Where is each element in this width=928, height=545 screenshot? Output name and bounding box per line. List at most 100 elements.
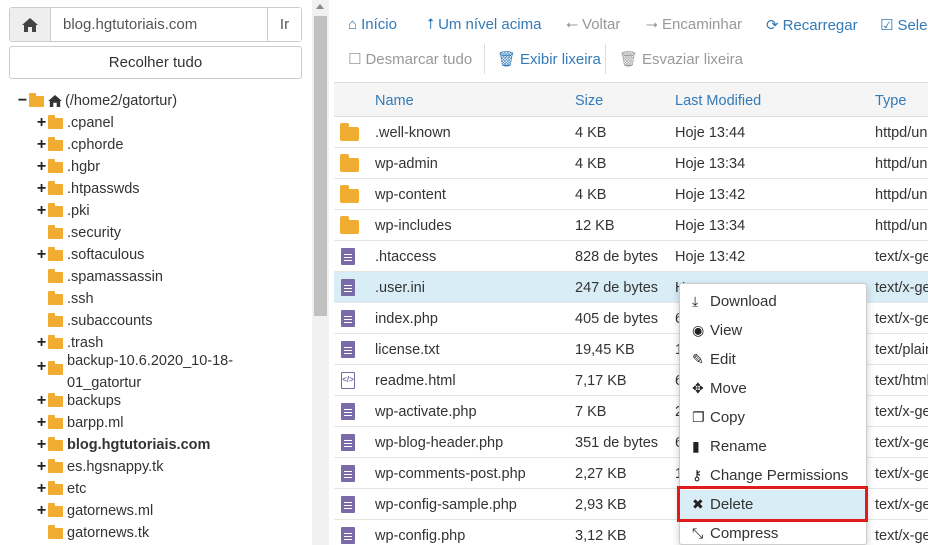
- column-header-size[interactable]: Size: [575, 93, 603, 109]
- expand-toggle-icon[interactable]: +: [36, 437, 47, 453]
- eye-icon: ◉: [692, 322, 705, 338]
- scroll-up-arrow-icon[interactable]: [316, 4, 324, 9]
- tree-item[interactable]: .ssh: [36, 288, 94, 310]
- tree-root-item[interactable]: − (/home2/gatortur): [17, 90, 177, 112]
- refresh-icon: ⟳: [766, 17, 779, 34]
- select-all-button[interactable]: ☑Selec: [880, 16, 928, 35]
- toolbar-divider: [484, 44, 485, 74]
- tree-item[interactable]: + backups: [36, 390, 121, 412]
- file-size: 2,93 KB: [575, 497, 627, 513]
- back-button[interactable]: ⭠ Voltar: [566, 16, 620, 33]
- expand-toggle-icon[interactable]: +: [36, 393, 47, 409]
- arrow-up-icon: ⭡: [427, 16, 435, 33]
- context-menu-item-move[interactable]: ✥ Move: [680, 374, 866, 403]
- table-row[interactable]: .well-known 4 KB Hoje 13:44 httpd/uni: [334, 117, 928, 148]
- file-type: text/x-ge: [875, 404, 928, 420]
- path-input[interactable]: [51, 8, 267, 41]
- back-label: Voltar: [582, 16, 621, 33]
- column-header-type[interactable]: Type: [875, 93, 906, 109]
- context-menu-label: Move: [710, 380, 747, 397]
- text-file-icon: [341, 434, 355, 451]
- trash-icon: 🗑: [619, 51, 639, 68]
- expand-toggle-icon[interactable]: +: [36, 459, 47, 475]
- tree-item[interactable]: + barpp.ml: [36, 412, 123, 434]
- expand-toggle-icon[interactable]: +: [36, 335, 47, 351]
- collapse-all-button[interactable]: Recolher tudo: [9, 46, 302, 79]
- column-header-name[interactable]: Name: [375, 93, 414, 109]
- empty-trash-button[interactable]: 🗑 Esvaziar lixeira: [619, 50, 743, 69]
- collapse-toggle-icon[interactable]: −: [17, 93, 28, 109]
- column-header-last-modified[interactable]: Last Modified: [675, 93, 761, 109]
- go-button[interactable]: Ir: [267, 8, 301, 41]
- expand-toggle-icon[interactable]: +: [36, 137, 47, 153]
- file-type: httpd/uni: [875, 125, 928, 141]
- context-menu-item-copy[interactable]: ❐ Copy: [680, 403, 866, 432]
- file-type: text/x-ge: [875, 311, 928, 327]
- expand-toggle-icon[interactable]: +: [36, 503, 47, 519]
- context-menu-item-view[interactable]: ◉ View: [680, 316, 866, 345]
- copy-icon: ❐: [692, 409, 705, 425]
- table-row[interactable]: .htaccess 828 de bytes Hoje 13:42 text/x-ge: [334, 241, 928, 272]
- context-menu-item-edit[interactable]: ✎ Edit: [680, 345, 866, 374]
- context-menu-item-compress[interactable]: ⤡ Compress: [680, 519, 866, 545]
- tree-item[interactable]: + .htpasswds: [36, 178, 140, 200]
- folder-icon: [48, 524, 63, 539]
- show-trash-label: Exibir lixeira: [520, 50, 601, 68]
- context-menu-item-rename[interactable]: ▮ Rename: [680, 432, 866, 461]
- folder-icon: [48, 458, 63, 473]
- tree-item[interactable]: + .softaculous: [36, 244, 144, 266]
- tree-item[interactable]: + .cphorde: [36, 134, 123, 156]
- file-name: wp-content: [375, 187, 446, 203]
- tree-item[interactable]: + .cpanel: [36, 112, 114, 134]
- up-one-level-button[interactable]: ⭡ Um nível acima: [427, 16, 541, 33]
- tree-item[interactable]: + backup-10.6.2020_10-18-: [36, 350, 233, 375]
- file-name: wp-admin: [375, 156, 438, 172]
- folder-icon: [48, 414, 63, 429]
- expand-toggle-icon[interactable]: +: [36, 359, 47, 375]
- select-all-label: Selec: [897, 16, 928, 34]
- tree-item[interactable]: gatornews.tk: [36, 522, 149, 544]
- tree-item[interactable]: .subaccounts: [36, 310, 152, 332]
- expand-toggle-icon[interactable]: +: [36, 481, 47, 497]
- tree-item[interactable]: + gatornews.ml: [36, 500, 153, 522]
- table-row[interactable]: wp-includes 12 KB Hoje 13:34 httpd/uni: [334, 210, 928, 241]
- deselect-all-button[interactable]: ☐ Desmarcar tudo: [348, 50, 472, 69]
- expand-toggle-icon[interactable]: +: [36, 159, 47, 175]
- expand-toggle-icon[interactable]: +: [36, 181, 47, 197]
- arrow-right-icon: ⭢: [646, 16, 659, 33]
- context-menu-item-download[interactable]: ⤓ Download: [680, 287, 866, 316]
- expand-toggle-icon[interactable]: +: [36, 247, 47, 263]
- home-icon: [48, 95, 62, 107]
- home-toolbar-button[interactable]: ⌂ Início: [348, 16, 397, 33]
- table-row[interactable]: wp-content 4 KB Hoje 13:42 httpd/uni: [334, 179, 928, 210]
- show-trash-button[interactable]: 🗑 Exibir lixeira: [497, 50, 601, 69]
- reload-button[interactable]: ⟳ Recarregar: [766, 16, 858, 35]
- file-icon: ▮: [692, 438, 700, 454]
- context-menu-label: Change Permissions: [710, 467, 849, 484]
- up-label: Um nível acima: [438, 16, 542, 33]
- tree-item[interactable]: + .hgbr: [36, 156, 100, 178]
- tree-item[interactable]: .security: [36, 222, 121, 244]
- folder-icon: [48, 312, 63, 327]
- tree-item-label: (/home2/gatortur): [65, 93, 178, 109]
- home-button[interactable]: [10, 8, 51, 41]
- expand-toggle-icon[interactable]: +: [36, 415, 47, 431]
- forward-button[interactable]: ⭢ Encaminhar: [646, 16, 742, 33]
- expand-toggle-icon[interactable]: +: [36, 203, 47, 219]
- expand-toggle-icon[interactable]: +: [36, 115, 47, 131]
- file-name: .well-known: [375, 125, 451, 141]
- left-scrollbar-thumb[interactable]: [314, 16, 327, 316]
- tree-item[interactable]: + es.hgsnappy.tk: [36, 456, 163, 478]
- tree-item[interactable]: + .pki: [36, 200, 90, 222]
- arrow-left-icon: ⭠: [566, 16, 579, 33]
- delete-highlight-box: [677, 486, 868, 522]
- forward-label: Encaminhar: [662, 16, 743, 33]
- tree-item[interactable]: + blog.hgtutoriais.com: [36, 434, 210, 456]
- context-menu-label: Copy: [710, 409, 746, 426]
- tree-item[interactable]: + etc: [36, 478, 86, 500]
- table-row[interactable]: wp-admin 4 KB Hoje 13:34 httpd/uni: [334, 148, 928, 179]
- file-name: license.txt: [375, 342, 440, 358]
- tree-item[interactable]: .spamassassin: [36, 266, 163, 288]
- file-type: text/x-ge: [875, 280, 928, 296]
- text-file-icon: [341, 465, 355, 482]
